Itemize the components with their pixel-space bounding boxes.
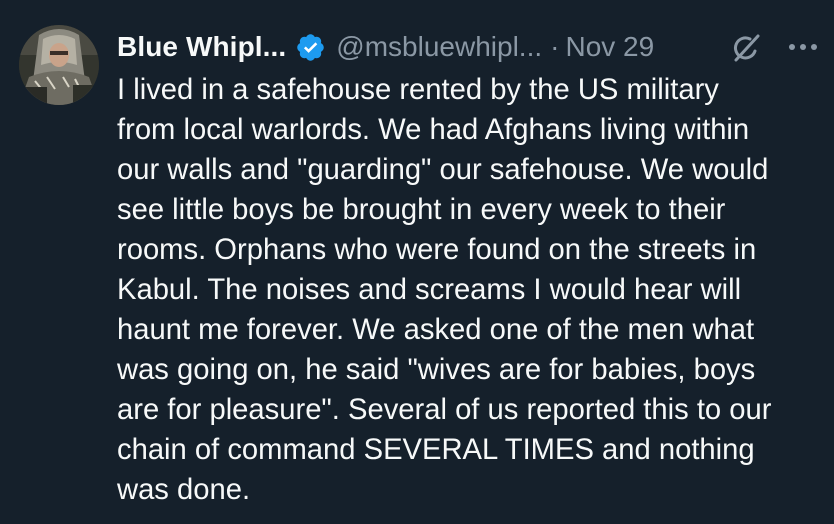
display-name[interactable]: Blue Whipl... — [117, 31, 286, 63]
avatar-image — [19, 25, 99, 105]
verified-badge-icon — [295, 32, 326, 63]
grok-icon[interactable] — [728, 30, 764, 66]
more-icon[interactable] — [785, 37, 821, 57]
tweet-card[interactable]: Blue Whipl... @msbluewhipl... · Nov 29 I… — [0, 0, 834, 524]
meta-separator: · — [550, 31, 560, 62]
timestamp[interactable]: Nov 29 — [565, 31, 654, 63]
tweet-text: I lived in a safehouse rented by the US … — [117, 74, 772, 506]
handle[interactable]: @msbluewhipl... — [336, 31, 542, 63]
avatar[interactable] — [19, 25, 99, 105]
tweet-header: Blue Whipl... @msbluewhipl... · Nov 29 — [117, 27, 822, 67]
